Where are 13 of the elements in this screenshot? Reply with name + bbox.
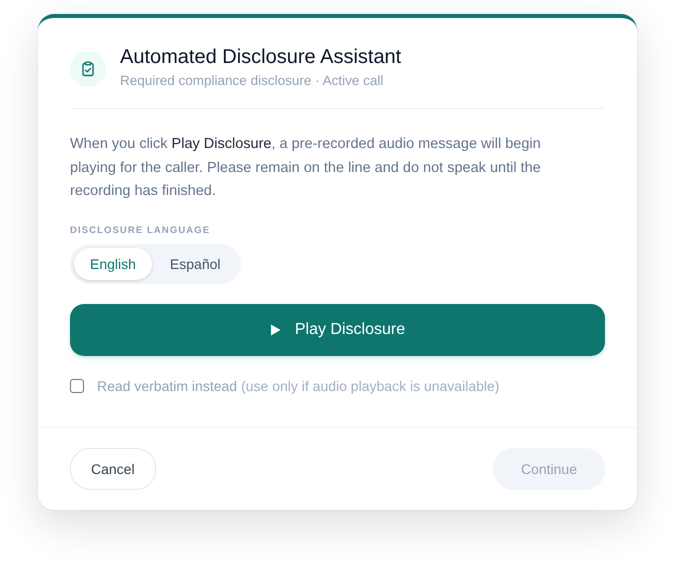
clipboard-check-icon (70, 51, 106, 87)
cancel-button[interactable]: Cancel (70, 448, 156, 490)
language-option[interactable]: English (74, 248, 152, 280)
dialog-title: Automated Disclosure Assistant (120, 45, 402, 70)
language-option[interactable]: Español (154, 248, 237, 280)
play-disclosure-button[interactable]: Play Disclosure (70, 304, 605, 356)
section-label: DISCLOSURE LANGUAGE (70, 224, 212, 236)
instruction-text: When you click Play Disclosure, a pre-recorded audio message will begin playing for the caller. Please remain on the line and do not speak until the recording has finished. (70, 135, 542, 201)
play-icon (270, 324, 281, 336)
checkbox-label: Read verbatim instead (97, 378, 238, 394)
checkbox[interactable] (70, 378, 84, 392)
checkbox-hint: (use only if audio playback is unavailable) (241, 378, 500, 394)
dialog-subtitle: Required compliance disclosure · Active call (120, 73, 384, 88)
